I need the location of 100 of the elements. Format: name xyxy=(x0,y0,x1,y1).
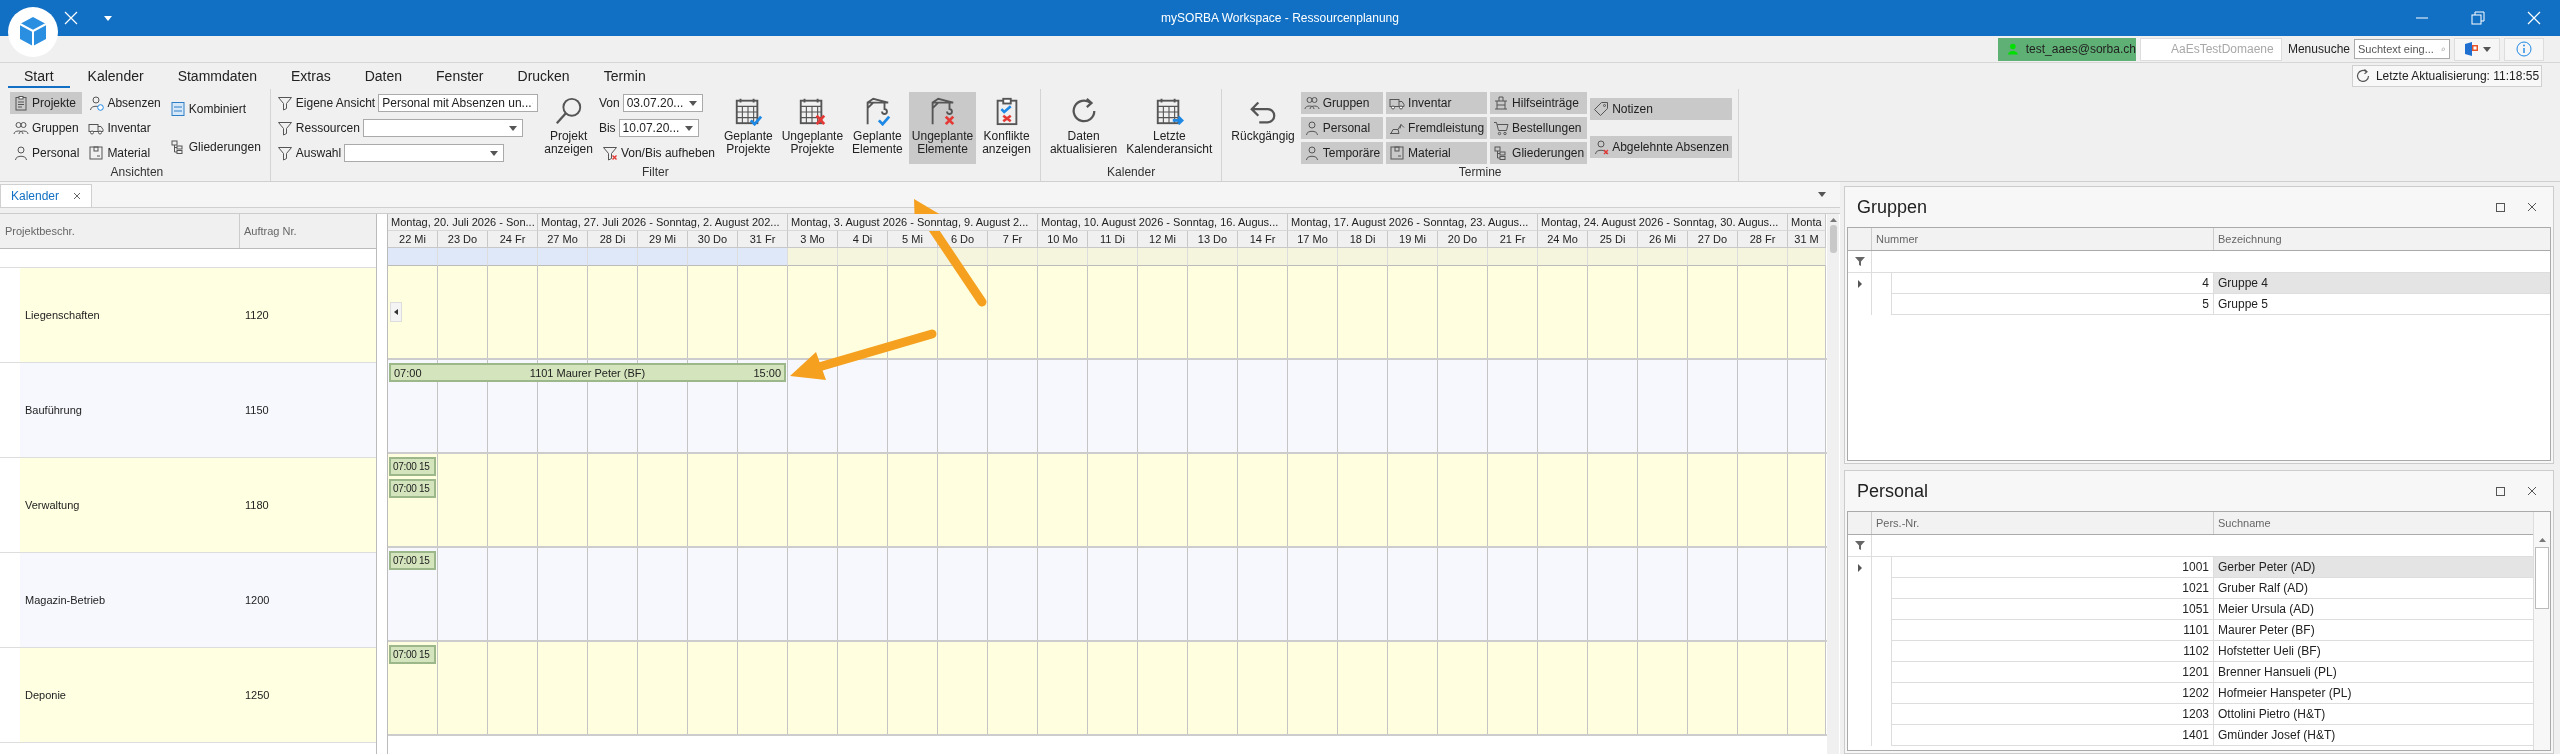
table-cell[interactable]: 1201 xyxy=(1891,662,2214,683)
ribbon-button[interactable]: Personal xyxy=(10,142,83,164)
ribbon-button[interactable]: Gruppen xyxy=(1300,92,1384,114)
ribbon-tab[interactable]: Kalender xyxy=(71,64,160,88)
ribbon-button[interactable]: Abgelehnte Absenzen xyxy=(1590,135,1732,158)
column-header[interactable]: Bezeichnung xyxy=(2213,228,2550,250)
filter-cell[interactable] xyxy=(1488,248,1538,266)
appointment-bar[interactable]: 07:00 1101 Maurer Peter (BF) 15:00 xyxy=(389,363,786,382)
filter-cell[interactable] xyxy=(638,248,688,266)
filter-cell[interactable] xyxy=(888,248,938,266)
column-header[interactable]: Nummer xyxy=(1871,228,2213,250)
caret-icon[interactable] xyxy=(104,15,112,21)
ribbon-button[interactable]: Material xyxy=(1386,142,1488,164)
ribbon-button[interactable]: Gruppen xyxy=(10,117,83,139)
ribbon-button[interactable]: Geplante Elemente xyxy=(849,92,906,164)
filter-cell[interactable] xyxy=(1388,248,1438,266)
table-cell[interactable]: 1101 xyxy=(1891,620,2214,641)
ribbon-button[interactable]: Temporäre xyxy=(1300,142,1384,164)
scrollbar[interactable] xyxy=(1827,214,1839,754)
filter-cell[interactable] xyxy=(438,248,488,266)
filter-cell[interactable] xyxy=(1238,248,1288,266)
filter-cell[interactable] xyxy=(1788,248,1826,266)
table-cell[interactable]: 1021 xyxy=(1891,578,2214,599)
table-cell[interactable]: 1051 xyxy=(1891,599,2214,620)
scroll-up-icon[interactable] xyxy=(1829,218,1837,222)
dropdown-field[interactable]: 03.07.20... xyxy=(622,94,703,112)
restore-icon[interactable] xyxy=(2470,10,2486,26)
filter-cell[interactable] xyxy=(1588,248,1638,266)
table-cell[interactable]: Ottolini Pietro (H&T) xyxy=(2214,704,2533,725)
ribbon-button[interactable]: Inventar xyxy=(85,117,164,139)
ribbon-button[interactable]: Inventar xyxy=(1386,92,1488,114)
filter-icon[interactable] xyxy=(1854,541,1865,550)
table-cell[interactable]: Hofmeier Hanspeter (PL) xyxy=(2214,683,2533,704)
ribbon-button[interactable]: Ungeplante Projekte xyxy=(778,92,847,164)
ribbon-button[interactable]: Konflikte anzeigen xyxy=(979,92,1034,164)
ribbon-button[interactable]: Letzte Kalenderansicht xyxy=(1123,92,1216,164)
app-logo[interactable] xyxy=(8,7,58,57)
ribbon-button[interactable]: Rückgängig xyxy=(1228,92,1298,164)
table-cell[interactable]: Gerber Peter (AD) xyxy=(2214,557,2533,578)
scroll-thumb[interactable] xyxy=(1829,225,1837,253)
ribbon-button[interactable]: Notizen xyxy=(1590,98,1732,121)
ribbon-button[interactable]: Personal xyxy=(1300,117,1384,139)
appointment-bar[interactable]: 07:00 15 xyxy=(389,479,436,498)
filter-cell[interactable] xyxy=(488,248,538,266)
ribbon-tab[interactable]: Drucken xyxy=(501,64,586,88)
filter-cell[interactable] xyxy=(788,248,838,266)
filter-cell[interactable] xyxy=(688,248,738,266)
table-cell[interactable]: Gmünder Josef (H&T) xyxy=(2214,725,2533,746)
filter-cell[interactable] xyxy=(588,248,638,266)
scrollbar[interactable] xyxy=(2533,512,2550,750)
filter-cell[interactable] xyxy=(1438,248,1488,266)
table-cell[interactable]: 5 xyxy=(1891,294,2214,315)
table-cell[interactable]: 1001 xyxy=(1891,557,2214,578)
table-cell[interactable]: 1203 xyxy=(1891,704,2214,725)
info-button[interactable] xyxy=(2504,37,2544,61)
appointment-bar[interactable]: 07:00 15 xyxy=(389,551,436,570)
scroll-up-icon[interactable] xyxy=(2538,538,2546,542)
table-cell[interactable]: 1202 xyxy=(1891,683,2214,704)
filter-cell[interactable] xyxy=(1288,248,1338,266)
ribbon-tab[interactable]: Start xyxy=(8,64,70,88)
maximize-icon[interactable] xyxy=(2496,486,2505,496)
ribbon-button[interactable]: Hilfseinträge xyxy=(1490,92,1588,114)
dropdown-field[interactable]: 10.07.20... xyxy=(618,119,699,137)
dropdown-field[interactable] xyxy=(362,119,523,137)
ribbon-button[interactable]: Projekt anzeigen xyxy=(541,92,596,164)
appointment-bar[interactable]: 07:00 15 xyxy=(389,645,436,664)
filter-cell[interactable] xyxy=(1538,248,1588,266)
document-tab[interactable]: Kalender xyxy=(0,184,93,207)
ribbon-button[interactable]: Bestellungen xyxy=(1490,117,1588,139)
column-header[interactable]: Projektbeschr. xyxy=(0,214,240,248)
filter-cell[interactable] xyxy=(1338,248,1388,266)
filter-cell[interactable] xyxy=(738,248,788,266)
ribbon-button[interactable]: Kombiniert xyxy=(166,98,264,121)
filter-cell[interactable] xyxy=(1138,248,1188,266)
ribbon-tab[interactable]: Stammdaten xyxy=(161,64,273,88)
filter-cell[interactable] xyxy=(1088,248,1138,266)
column-header[interactable]: Pers.-Nr. xyxy=(1871,512,2213,534)
filter-cell[interactable] xyxy=(838,248,888,266)
ribbon-button[interactable]: Geplante Projekte xyxy=(721,92,776,164)
filter-cell[interactable] xyxy=(988,248,1038,266)
ribbon-tab[interactable]: Termin xyxy=(587,64,662,88)
table-cell[interactable]: Brenner Hansueli (PL) xyxy=(2214,662,2533,683)
table-cell[interactable]: Maurer Peter (BF) xyxy=(2214,620,2533,641)
filter-icon[interactable] xyxy=(1854,257,1865,266)
table-cell[interactable]: 1102 xyxy=(1891,641,2214,662)
filter-cell[interactable] xyxy=(1738,248,1788,266)
scroll-thumb[interactable] xyxy=(2535,547,2549,609)
table-cell[interactable]: Gruppe 4 xyxy=(2214,273,2550,294)
maximize-icon[interactable] xyxy=(2496,202,2505,212)
ribbon-tab[interactable]: Extras xyxy=(275,64,347,88)
ribbon-button[interactable]: Gliederungen xyxy=(166,135,264,158)
search-field[interactable]: Suchtext eing... xyxy=(2354,39,2450,59)
column-header[interactable]: Auftrag Nr. xyxy=(240,214,376,248)
ribbon-button[interactable]: Projekte xyxy=(10,92,83,114)
table-cell[interactable]: 4 xyxy=(1891,273,2214,294)
filter-cell[interactable] xyxy=(1638,248,1688,266)
table-cell[interactable]: Hofstetter Ueli (BF) xyxy=(2214,641,2533,662)
dropdown-field[interactable] xyxy=(344,144,505,162)
filter-cell[interactable] xyxy=(538,248,588,266)
filter-cell[interactable] xyxy=(388,248,438,266)
